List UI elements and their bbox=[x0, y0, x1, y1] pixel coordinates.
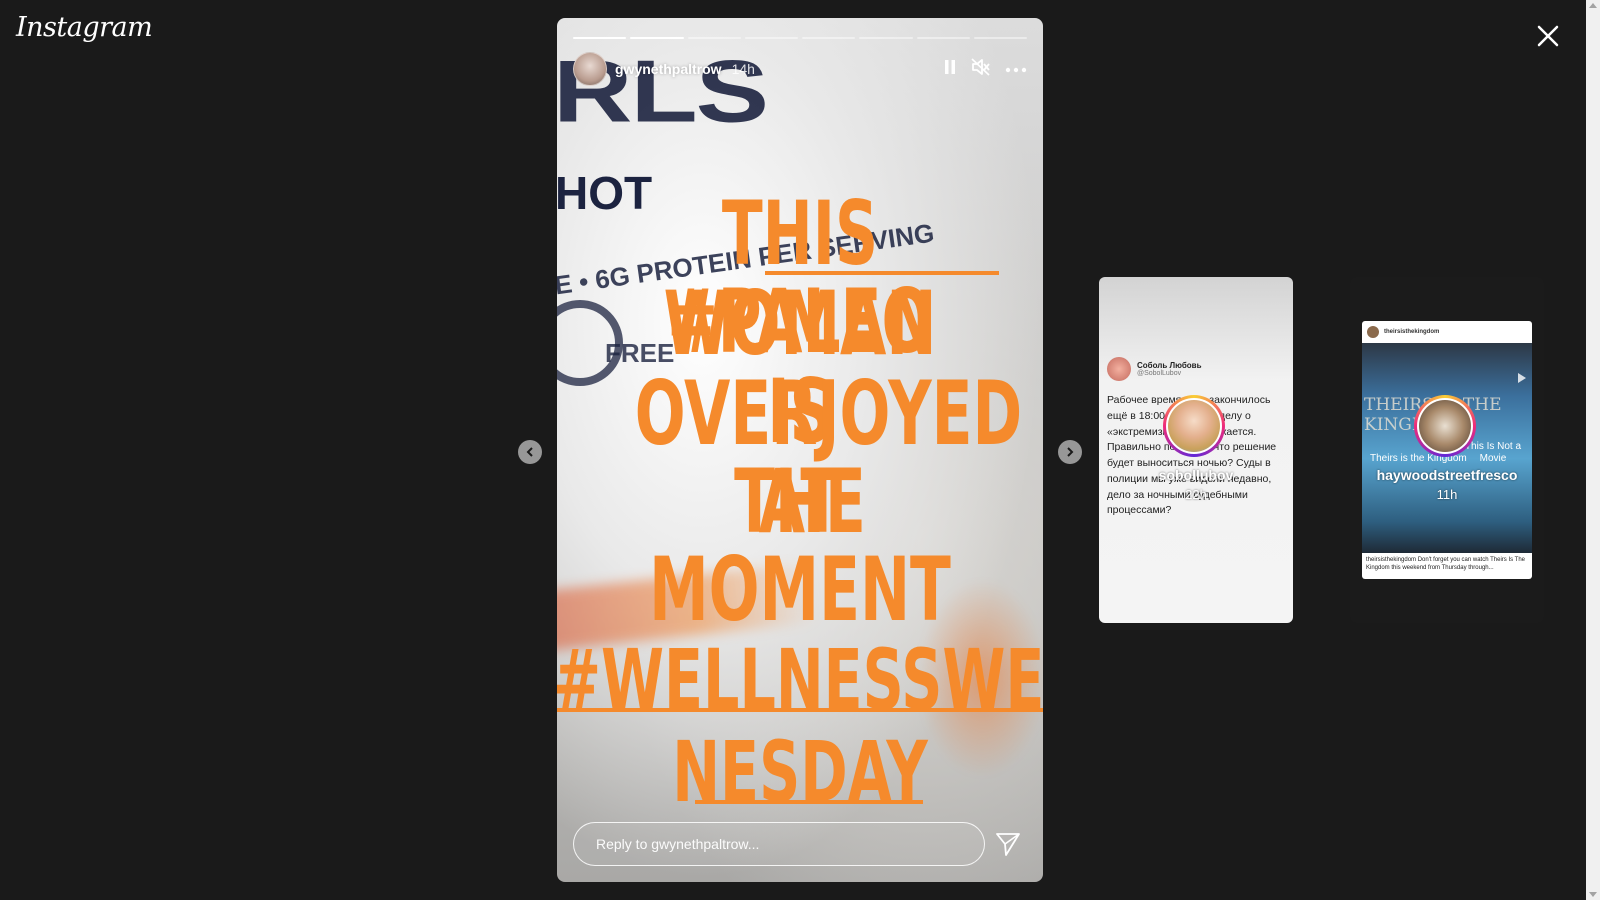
story-header: gwynethpaltrow 14h bbox=[573, 52, 1027, 86]
page-scrollbar[interactable] bbox=[1586, 0, 1600, 900]
preview-username: sobollubov bbox=[1158, 467, 1234, 483]
reply-field[interactable] bbox=[573, 822, 985, 866]
close-icon[interactable] bbox=[1534, 22, 1562, 50]
story-text-line: THE MOMENT bbox=[649, 450, 951, 641]
instagram-logo[interactable]: Instagram bbox=[16, 12, 153, 43]
tweet-author: Соболь Любовь bbox=[1137, 361, 1202, 370]
preview-timestamp: 22h bbox=[1185, 487, 1207, 502]
preview-timestamp: 11h bbox=[1436, 487, 1458, 502]
muted-speaker-icon[interactable] bbox=[971, 57, 991, 81]
avatar bbox=[1168, 400, 1220, 452]
pause-icon[interactable] bbox=[943, 59, 957, 80]
chevron-right-icon bbox=[1067, 447, 1074, 457]
text-underline bbox=[695, 800, 923, 804]
story-ring bbox=[1414, 395, 1476, 457]
avatar[interactable] bbox=[573, 52, 607, 86]
progress-segment bbox=[802, 37, 856, 39]
tweet-avatar bbox=[1107, 357, 1131, 381]
story-preview-haywoodstreetfresco[interactable]: theirsisthekingdom THEIRS IS THE KINGDOM… bbox=[1350, 277, 1544, 623]
avatar bbox=[1419, 400, 1471, 452]
post-avatar bbox=[1367, 326, 1379, 338]
story-progress-bar bbox=[573, 37, 1027, 39]
story-preview-sobollubov[interactable]: Соболь Любовь @SobolLubov Рабочее время … bbox=[1099, 277, 1293, 623]
story-viewer[interactable]: RLS HOT E • 6G PROTEIN PER SERVING FREE … bbox=[557, 18, 1043, 882]
progress-segment bbox=[859, 37, 913, 39]
preview-username: haywoodstreetfresco bbox=[1376, 467, 1518, 483]
chevron-left-icon bbox=[526, 447, 533, 457]
tweet-handle: @SobolLubov bbox=[1137, 370, 1182, 377]
story-username[interactable]: gwynethpaltrow bbox=[615, 61, 722, 77]
progress-segment bbox=[973, 37, 1027, 39]
progress-segment bbox=[573, 37, 627, 39]
scroll-down-icon[interactable] bbox=[1589, 892, 1597, 897]
text-underline bbox=[557, 708, 1043, 712]
play-icon bbox=[1518, 373, 1526, 383]
progress-segment bbox=[744, 37, 798, 39]
next-story-button[interactable] bbox=[1058, 440, 1082, 464]
send-icon[interactable] bbox=[994, 830, 1022, 858]
progress-segment bbox=[687, 37, 741, 39]
more-options-icon[interactable] bbox=[1005, 60, 1027, 78]
scroll-up-icon[interactable] bbox=[1589, 3, 1597, 8]
post-account: theirsisthekingdom bbox=[1384, 329, 1440, 335]
progress-segment bbox=[630, 37, 684, 39]
reply-input[interactable] bbox=[594, 835, 964, 853]
previous-story-button[interactable] bbox=[518, 440, 542, 464]
post-caption: theirsisthekingdom Don't forget you can … bbox=[1366, 557, 1526, 571]
progress-segment bbox=[916, 37, 970, 39]
story-timestamp: 14h bbox=[731, 61, 755, 77]
story-ring bbox=[1163, 395, 1225, 457]
